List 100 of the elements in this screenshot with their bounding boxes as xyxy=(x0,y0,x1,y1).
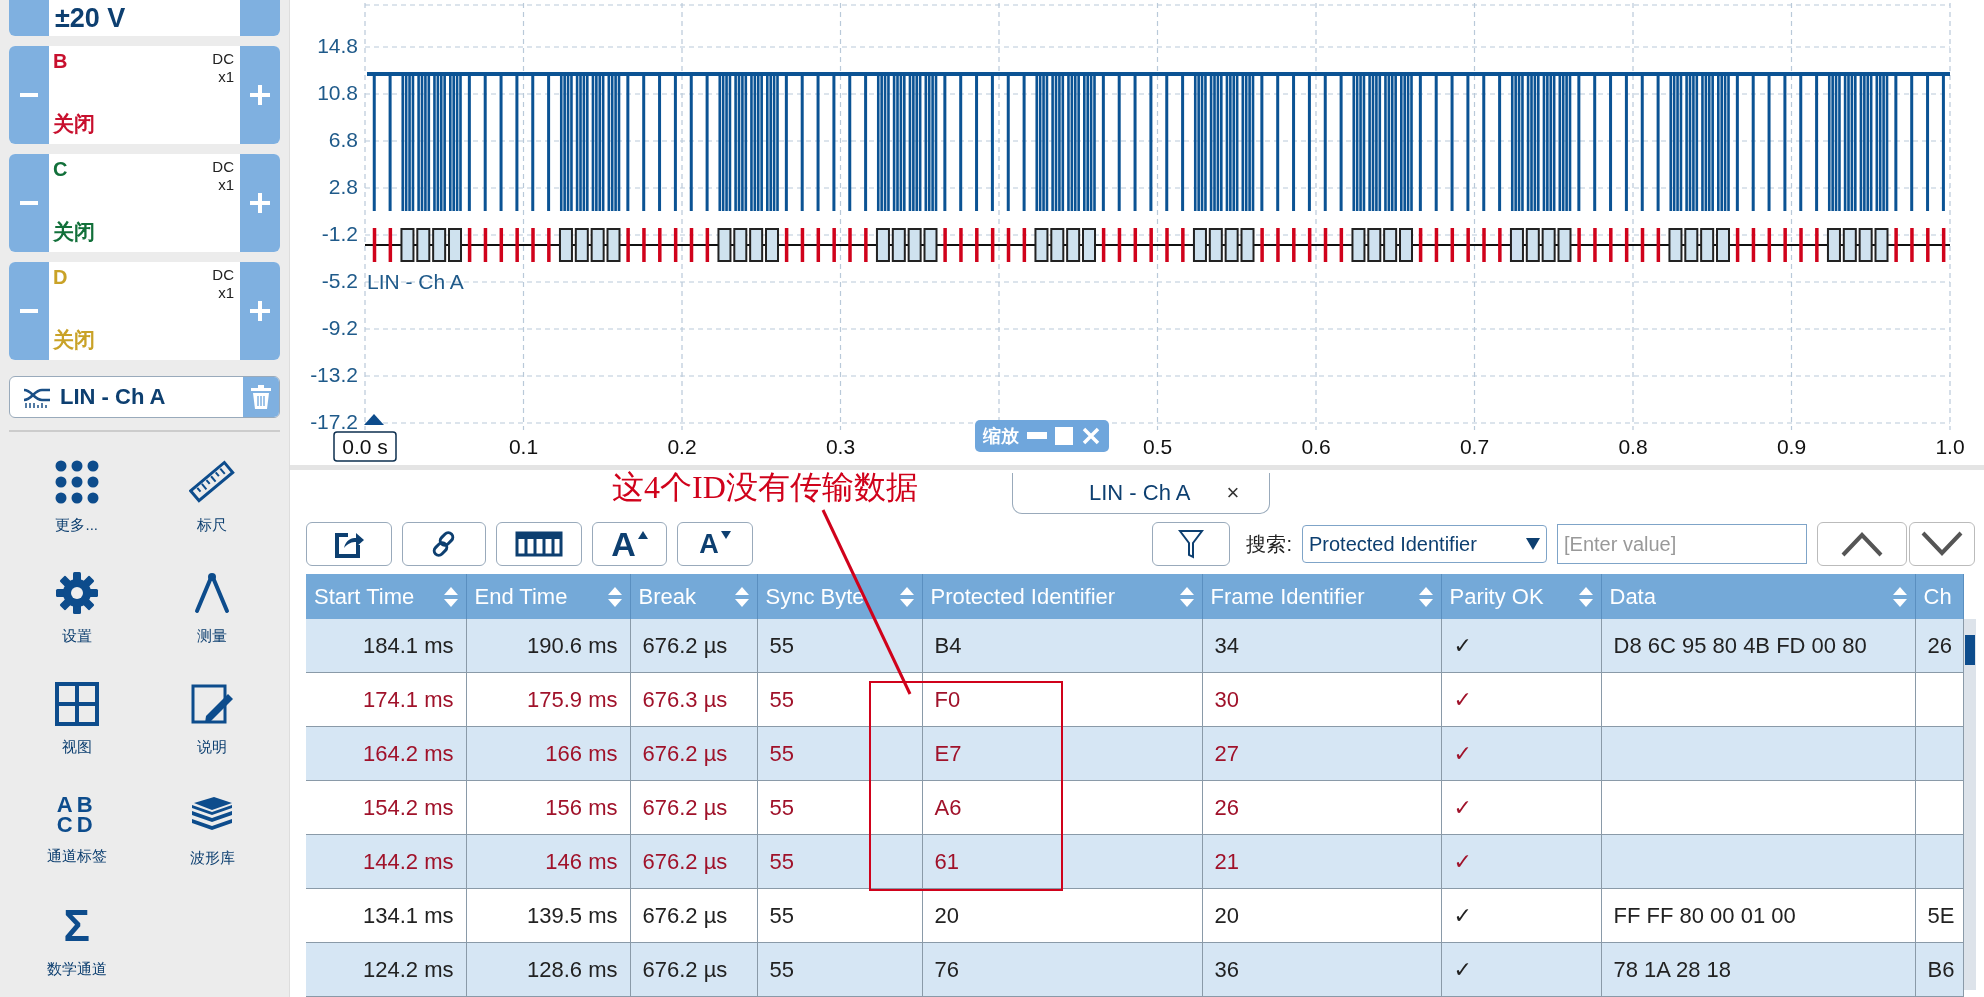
table-row[interactable]: 124.2 ms 128.6 ms 676.2 µs 55 76 36 ✓ 78 1A 28 18 B6 xyxy=(306,942,1963,997)
dropdown-value: Protected Identifier xyxy=(1309,532,1477,556)
minus-button[interactable] xyxy=(9,262,49,360)
sort-icon[interactable] xyxy=(607,585,622,608)
table-cell: 676.2 µs xyxy=(642,740,728,766)
minus-button[interactable] xyxy=(9,46,49,144)
toolbar-button[interactable] xyxy=(496,522,582,566)
table-cell: B4 xyxy=(934,632,962,658)
table-cell: FF FF 80 00 01 00 xyxy=(1613,902,1796,928)
decoder-bar[interactable]: LIN - Ch A xyxy=(9,376,280,418)
dots-icon xyxy=(54,460,99,504)
probe-label: x1 xyxy=(218,176,234,194)
tool-button[interactable]: AB CD 通道标签 xyxy=(9,775,145,886)
sort-icon[interactable] xyxy=(1578,585,1593,608)
annotation-text: 这4个ID没有传输数据 xyxy=(612,468,918,507)
tool-button[interactable]: 更多... xyxy=(9,442,145,553)
table-cell: 676.2 µs xyxy=(642,632,728,658)
table-cell: 20 xyxy=(934,902,959,928)
tool-button[interactable]: 说明 xyxy=(144,664,280,775)
up-caret-icon xyxy=(637,531,648,539)
table-cell: 27 xyxy=(1214,740,1239,766)
table-cell: 26 xyxy=(1927,632,1952,658)
table-row[interactable]: 144.2 ms 146 ms 676.2 µs 55 61 21 ✓ xyxy=(306,834,1963,889)
table-cell: ✓ xyxy=(1453,956,1472,982)
tab-close-button[interactable]: × xyxy=(1226,480,1240,506)
next-button[interactable] xyxy=(1909,522,1975,566)
table-row[interactable]: 174.1 ms 175.9 ms 676.3 µs 55 F0 30 ✓ xyxy=(306,672,1963,727)
axis-label: -5.2 xyxy=(321,269,358,292)
tool-button[interactable]: 波形库 xyxy=(144,775,280,886)
sort-icon[interactable] xyxy=(1418,585,1433,608)
trash-icon xyxy=(251,385,271,409)
previous-button[interactable] xyxy=(1817,522,1907,566)
range-label: ±20 V xyxy=(55,3,127,34)
axis-label: -1.2 xyxy=(321,222,358,245)
down-caret-icon xyxy=(720,531,731,539)
table-cell: 164.2 ms xyxy=(363,740,454,766)
axis-label: 0.2 xyxy=(667,435,697,458)
plus-button[interactable] xyxy=(240,154,280,252)
table-cell: B6 xyxy=(1927,956,1955,982)
table-cell: 61 xyxy=(934,848,959,874)
toolbar-button[interactable] xyxy=(306,522,392,566)
channel-state: 关闭 xyxy=(53,327,96,353)
sort-icon[interactable] xyxy=(443,585,458,608)
chevron-up-icon xyxy=(1840,531,1884,557)
toolbar-button[interactable] xyxy=(402,522,486,566)
trigger-marker-icon[interactable] xyxy=(364,414,384,425)
sort-icon[interactable] xyxy=(734,585,749,608)
table-cell: ✓ xyxy=(1453,740,1472,766)
table-cell: ✓ xyxy=(1453,686,1472,712)
axis-label: 10.8 xyxy=(317,81,358,104)
table-cell: 124.2 ms xyxy=(363,956,454,982)
table-row[interactable]: 134.1 ms 139.5 ms 676.2 µs 55 20 20 ✓ FF FF 80 00 01 00 5E xyxy=(306,888,1963,943)
table-cell: 146 ms xyxy=(545,848,618,874)
axis-label: 6.8 xyxy=(328,128,358,151)
table-cell: 78 1A 28 18 xyxy=(1613,956,1731,982)
plus-button[interactable] xyxy=(240,262,280,360)
sort-icon[interactable] xyxy=(1892,585,1907,608)
toolbar-button[interactable]: A xyxy=(677,522,753,566)
table-row[interactable]: 164.2 ms 166 ms 676.2 µs 55 E7 27 ✓ xyxy=(306,726,1963,781)
tool-button[interactable]: 设置 xyxy=(9,553,145,664)
table-cell: 676.2 µs xyxy=(642,902,728,928)
table-cell: 174.1 ms xyxy=(363,686,454,712)
sort-icon[interactable] xyxy=(899,585,914,608)
close-icon[interactable] xyxy=(1081,426,1101,446)
table-row[interactable]: 184.1 ms 190.6 ms 676.2 µs 55 B4 34 ✓ D8 6C 95 80 4B FD 00 80 26 xyxy=(306,619,1963,673)
tool-button[interactable]: 测量 xyxy=(144,553,280,664)
toolbar-button[interactable]: A xyxy=(592,522,667,566)
axis-label: -13.2 xyxy=(310,363,358,386)
minus-button[interactable] xyxy=(9,154,49,252)
notepad-icon xyxy=(190,682,235,726)
table-cell: 166 ms xyxy=(545,740,618,766)
table-cell: ✓ xyxy=(1453,848,1472,874)
table-cell: 30 xyxy=(1214,686,1239,712)
axis-label: 1.0 xyxy=(1935,435,1965,458)
tool-button[interactable]: Σ 数学通道 xyxy=(9,886,145,997)
table-cell: 36 xyxy=(1214,956,1239,982)
gear-icon xyxy=(54,571,99,615)
minus-icon[interactable] xyxy=(1027,432,1047,440)
table-cell: 76 xyxy=(934,956,959,982)
axis-label: -17.2 xyxy=(310,410,358,433)
search-field[interactable]: [Enter value] xyxy=(1557,524,1807,564)
table-cell: 20 xyxy=(1214,902,1239,928)
tool-button[interactable]: 视图 xyxy=(9,664,145,775)
sort-icon[interactable] xyxy=(1179,585,1194,608)
table-cell: 184.1 ms xyxy=(363,632,454,658)
decoder-icon xyxy=(22,386,52,408)
tool-button[interactable]: 标尺 xyxy=(144,442,280,553)
plus-button[interactable] xyxy=(240,46,280,144)
delete-button[interactable] xyxy=(243,377,279,417)
table-cell: 34 xyxy=(1214,632,1239,658)
caret-icon xyxy=(1526,538,1540,550)
search-column-dropdown[interactable]: Protected Identifier xyxy=(1302,525,1547,563)
trace-label: LIN - Ch A xyxy=(367,270,464,293)
channel-labels-icon: AB CD xyxy=(56,795,97,835)
filter-button[interactable] xyxy=(1152,522,1231,566)
table-row[interactable]: 154.2 ms 156 ms 676.2 µs 55 A6 26 ✓ xyxy=(306,780,1963,835)
filter-icon xyxy=(1178,529,1205,559)
decoder-tab[interactable]: LIN - Ch A × xyxy=(1012,473,1271,514)
axis-label: 0.9 xyxy=(1776,435,1807,458)
table-cell: 676.2 µs xyxy=(642,956,728,982)
